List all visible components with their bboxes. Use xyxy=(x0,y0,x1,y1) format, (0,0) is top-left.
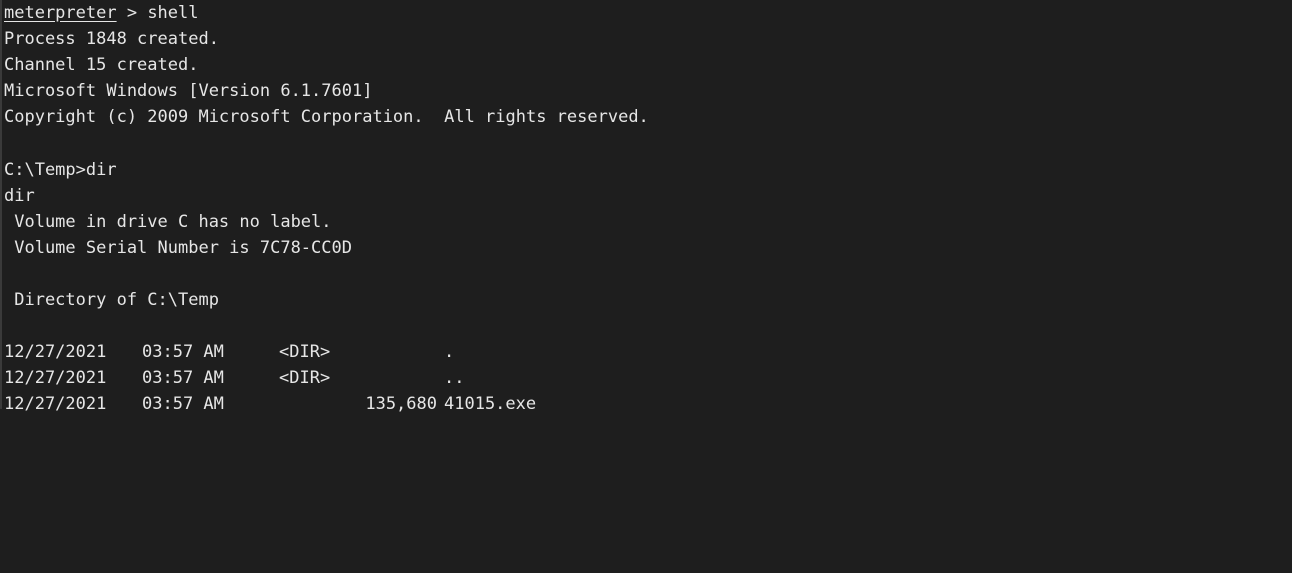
listing-time: 03:57 AM xyxy=(142,394,224,415)
listing-time: 03:57 AM xyxy=(142,342,224,363)
entered-command: shell xyxy=(147,3,199,23)
listing-size: 135,680 xyxy=(365,394,437,415)
volume-label-line: Volume in drive C has no label. xyxy=(4,211,332,232)
windows-version-line: Microsoft Windows [Version 6.1.7601] xyxy=(4,81,373,102)
listing-row: 12/27/2021 03:57 AM 135,680 41015.exe xyxy=(4,391,1292,417)
listing-time: 03:57 AM xyxy=(142,368,224,389)
listing-date: 12/27/2021 xyxy=(4,342,107,363)
process-created-line: Process 1848 created. xyxy=(4,29,219,50)
terminal-window[interactable]: meterpreter > shell Process 1848 created… xyxy=(0,0,1292,414)
cmd-prompt-line: C:\Temp>dir xyxy=(4,159,117,180)
listing-name: .. xyxy=(444,368,465,389)
prompt-separator: > xyxy=(116,3,148,23)
listing-type: <DIR> xyxy=(279,368,331,389)
listing-date: 12/27/2021 xyxy=(4,368,107,389)
listing-name: . xyxy=(444,342,455,363)
command-echo-line: dir xyxy=(4,185,35,206)
listing-type: <DIR> xyxy=(279,342,331,363)
meterpreter-prompt-line: meterpreter > shell xyxy=(4,0,1292,26)
channel-created-line: Channel 15 created. xyxy=(4,55,199,76)
listing-name: 41015.exe xyxy=(444,394,537,415)
listing-row: 12/27/2021 03:57 AM <DIR> . xyxy=(4,339,1292,365)
copyright-line: Copyright (c) 2009 Microsoft Corporation… xyxy=(4,107,649,128)
terminal-left-border xyxy=(0,0,2,409)
meterpreter-prompt: meterpreter xyxy=(4,3,117,23)
directory-of-line: Directory of C:\Temp xyxy=(4,290,219,311)
volume-serial-line: Volume Serial Number is 7C78-CC0D xyxy=(4,237,352,258)
listing-row: 12/27/2021 03:57 AM <DIR> .. xyxy=(4,365,1292,391)
listing-date: 12/27/2021 xyxy=(4,394,107,415)
